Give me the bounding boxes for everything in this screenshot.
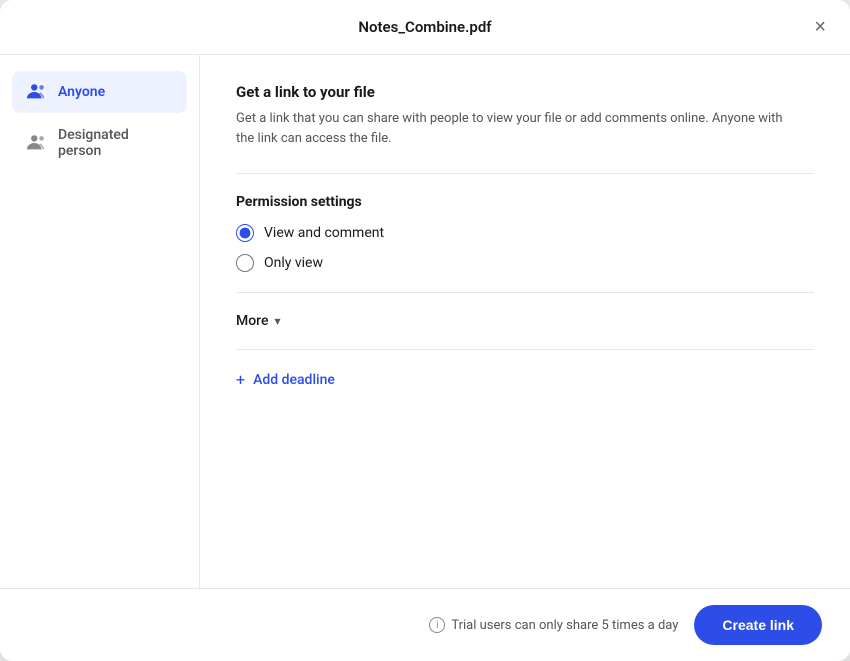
sidebar-item-anyone-label: Anyone <box>58 84 105 100</box>
modal-container: Notes_Combine.pdf × Anyone <box>0 0 850 661</box>
permission-title: Permission settings <box>236 194 814 210</box>
divider-2 <box>236 292 814 293</box>
close-button[interactable]: × <box>810 13 830 41</box>
link-section-title: Get a link to your file <box>236 83 814 101</box>
sidebar-item-designated-label: Designated person <box>58 127 173 159</box>
modal-header: Notes_Combine.pdf × <box>0 0 850 55</box>
sidebar: Anyone Designated person <box>0 55 200 588</box>
more-section[interactable]: More ▾ <box>236 313 814 329</box>
modal-title: Notes_Combine.pdf <box>358 18 491 36</box>
modal-footer: i Trial users can only share 5 times a d… <box>0 588 850 661</box>
add-deadline-button[interactable]: + Add deadline <box>236 370 814 389</box>
radio-only-view-input[interactable] <box>236 254 254 272</box>
main-content: Get a link to your file Get a link that … <box>200 55 850 588</box>
link-section: Get a link to your file Get a link that … <box>236 83 814 149</box>
more-label: More <box>236 313 269 329</box>
modal-body: Anyone Designated person Get a link to y… <box>0 55 850 588</box>
add-deadline-label: Add deadline <box>253 372 335 388</box>
plus-icon: + <box>236 370 245 389</box>
trial-notice: i Trial users can only share 5 times a d… <box>429 617 678 633</box>
person-icon <box>26 132 48 154</box>
link-section-desc: Get a link that you can share with peopl… <box>236 109 796 149</box>
chevron-down-icon: ▾ <box>275 314 281 328</box>
radio-only-view-label: Only view <box>264 255 323 271</box>
radio-view-comment[interactable]: View and comment <box>236 224 814 242</box>
divider-1 <box>236 173 814 174</box>
divider-3 <box>236 349 814 350</box>
create-link-button[interactable]: Create link <box>694 605 822 645</box>
group-icon <box>26 81 48 103</box>
sidebar-item-anyone[interactable]: Anyone <box>12 71 187 113</box>
trial-notice-text: Trial users can only share 5 times a day <box>451 618 678 633</box>
info-icon: i <box>429 617 445 633</box>
radio-group: View and comment Only view <box>236 224 814 272</box>
sidebar-item-designated[interactable]: Designated person <box>12 117 187 169</box>
radio-view-comment-input[interactable] <box>236 224 254 242</box>
radio-view-comment-label: View and comment <box>264 225 384 241</box>
permission-section: Permission settings View and comment Onl… <box>236 194 814 272</box>
radio-only-view[interactable]: Only view <box>236 254 814 272</box>
